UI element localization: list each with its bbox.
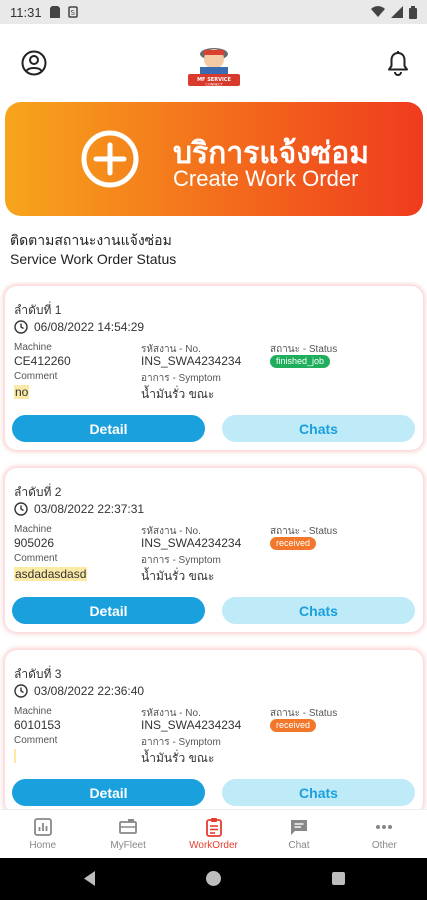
nav-label-myfleet: MyFleet (110, 840, 146, 851)
banner-title-en: Create Work Order (173, 166, 359, 191)
system-navigation-bar (0, 858, 427, 900)
bottom-navigation: Home MyFleet WorkOrder Chat Other (0, 809, 427, 858)
clock-icon (14, 502, 28, 516)
more-icon (376, 825, 393, 829)
machine-value: CE412260 (14, 354, 71, 368)
brand-logo: MF SERVICE CONNECT (188, 48, 240, 87)
sync-icon: S (67, 6, 78, 18)
comment-label: Comment (14, 371, 58, 382)
chat-icon (290, 820, 307, 835)
comment-value (14, 749, 16, 763)
notification-bell-icon[interactable] (387, 50, 409, 76)
symptom-label: อาการ - Symptom (141, 373, 221, 384)
nav-item-myfleet[interactable]: MyFleet (85, 810, 170, 858)
detail-button[interactable]: Detail (12, 779, 205, 806)
work-order-card: ลำดับที่ 1 06/08/2022 14:54:29 Machine C… (5, 286, 423, 450)
detail-button[interactable]: Detail (12, 415, 205, 442)
symptom-label: อาการ - Symptom (141, 737, 221, 748)
card-sequence: ลำดับที่ 2 (14, 485, 62, 499)
machine-label: Machine (14, 342, 52, 353)
chats-button[interactable]: Chats (222, 415, 415, 442)
symptom-value: น้ำมันรั่ว ขณะ (141, 569, 215, 583)
status-time: 11:31 (10, 4, 42, 20)
work-order-list[interactable]: ลำดับที่ 1 06/08/2022 14:54:29 Machine C… (0, 282, 427, 810)
section-title-th: ติดตามสถานะงานแจ้งซ่อม (10, 232, 172, 248)
chats-button[interactable]: Chats (222, 597, 415, 624)
machine-label: Machine (14, 706, 52, 717)
detail-button[interactable]: Detail (12, 597, 205, 624)
symptom-label: อาการ - Symptom (141, 555, 221, 566)
truck-icon (119, 819, 138, 834)
nav-label-home: Home (29, 840, 57, 851)
machine-label: Machine (14, 524, 52, 535)
battery-icon (409, 5, 417, 19)
status-badge: received (270, 537, 317, 550)
nav-item-home[interactable]: Home (0, 810, 85, 858)
clock-icon (14, 320, 28, 334)
plus-circle-icon (81, 130, 139, 188)
card-datetime-row: 03/08/2022 22:36:40 (14, 684, 144, 698)
work-order-card: ลำดับที่ 3 03/08/2022 22:36:40 Machine 6… (5, 650, 423, 810)
home-chart-icon (33, 818, 52, 836)
section-title: ติดตามสถานะงานแจ้งซ่อม Service Work Orde… (10, 231, 176, 269)
card-sequence: ลำดับที่ 1 (14, 303, 62, 317)
card-datetime: 06/08/2022 14:54:29 (34, 320, 145, 334)
card-datetime-row: 06/08/2022 14:54:29 (14, 320, 144, 334)
back-icon[interactable] (84, 871, 96, 886)
nav-item-other[interactable]: Other (342, 810, 427, 858)
comment-label: Comment (14, 735, 58, 746)
section-title-en: Service Work Order Status (10, 251, 177, 267)
svg-text:S: S (70, 9, 75, 17)
machine-value: 905026 (14, 536, 55, 550)
signal-icon (391, 6, 403, 18)
sd-card-icon (49, 6, 60, 18)
machine-value: 6010153 (14, 718, 61, 732)
clipboard-icon (205, 818, 222, 837)
wifi-icon (371, 6, 385, 18)
nav-label-chat: Chat (288, 840, 310, 851)
nav-label-workorder: WorkOrder (189, 840, 238, 851)
svg-text:CONNECT: CONNECT (205, 83, 223, 87)
card-datetime-row: 03/08/2022 22:37:31 (14, 502, 144, 516)
comment-value: no (14, 385, 30, 399)
create-work-order-banner[interactable]: บริการแจ้งซ่อม Create Work Order (5, 102, 423, 216)
chats-button[interactable]: Chats (222, 779, 415, 806)
work-order-card: ลำดับที่ 2 03/08/2022 22:37:31 Machine 9… (5, 468, 423, 632)
symptom-value: น้ำมันรั่ว ขณะ (141, 387, 215, 401)
app-header: MF SERVICE CONNECT (0, 24, 427, 100)
job-no-value: INS_SWA4234234 (141, 354, 242, 368)
card-datetime: 03/08/2022 22:37:31 (34, 502, 145, 516)
home-icon[interactable] (206, 871, 221, 886)
card-datetime: 03/08/2022 22:36:40 (34, 684, 145, 698)
recent-apps-icon[interactable] (332, 872, 345, 885)
profile-icon[interactable] (21, 50, 47, 76)
job-no-value: INS_SWA4234234 (141, 536, 242, 550)
job-no-value: INS_SWA4234234 (141, 718, 242, 732)
card-sequence: ลำดับที่ 3 (14, 667, 62, 681)
nav-item-workorder[interactable]: WorkOrder (171, 810, 256, 858)
clock-icon (14, 684, 28, 698)
status-badge: finished_job (270, 355, 331, 368)
comment-value: asdadasdasd (14, 567, 88, 581)
status-bar: 11:31 S (0, 0, 427, 24)
nav-item-chat[interactable]: Chat (256, 810, 341, 858)
comment-label: Comment (14, 553, 58, 564)
status-badge: received (270, 719, 317, 732)
symptom-value: น้ำมันรั่ว ขณะ (141, 751, 215, 765)
nav-label-other: Other (371, 840, 397, 851)
